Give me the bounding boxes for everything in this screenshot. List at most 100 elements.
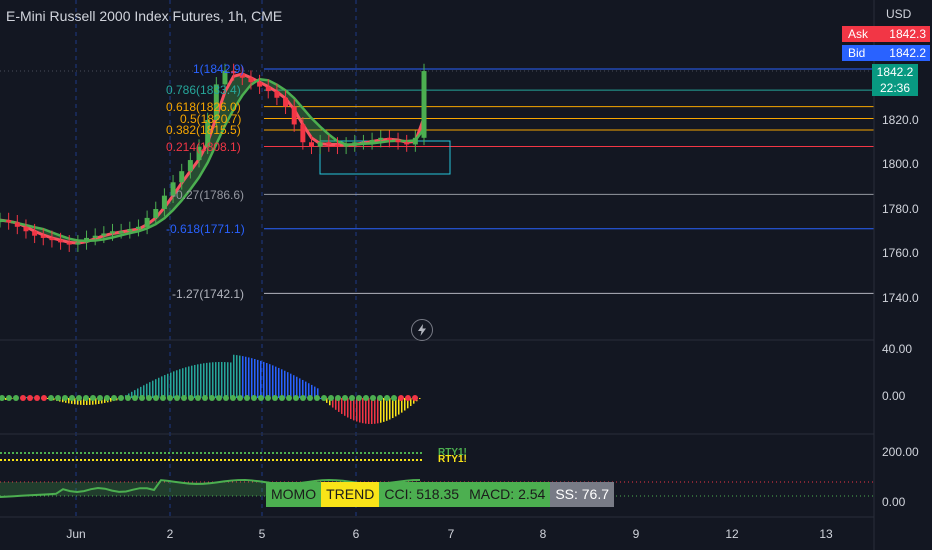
fib-label: 0.214(1808.1) [166, 140, 241, 154]
momentum-dot [391, 395, 397, 401]
candle-body [101, 233, 107, 236]
momentum-dot [300, 395, 306, 401]
time-axis-label: 7 [447, 527, 455, 541]
candle-body [360, 142, 366, 145]
candle-body [378, 137, 384, 141]
time-axis-label: 8 [539, 527, 547, 541]
candle-body [421, 71, 427, 138]
time-axis-label: 12 [725, 527, 739, 541]
price-axis-label: 1740.0 [882, 291, 919, 305]
candle-body [135, 226, 141, 230]
candle-body [300, 124, 306, 143]
candle-body [66, 242, 72, 245]
momentum-bar [212, 362, 214, 398]
momentum-bar [356, 398, 358, 422]
momentum-bar [200, 363, 202, 398]
momentum-dot [258, 395, 264, 401]
candle-body [0, 220, 3, 223]
momentum-dot [90, 395, 96, 401]
momentum-dot [363, 395, 369, 401]
momentum-bar [371, 398, 373, 424]
time-axis-label: 9 [632, 527, 640, 541]
momentum-bar [152, 380, 154, 398]
fib-label: -1.27(1742.1) [172, 287, 245, 301]
momentum-dot [244, 395, 250, 401]
candle-body [179, 171, 185, 183]
momentum-bar [209, 362, 211, 398]
momentum-dot [384, 395, 390, 401]
momentum-dot [125, 395, 131, 401]
momentum-dot [153, 395, 159, 401]
bar-countdown: 22:36 [879, 81, 911, 95]
candle-body [161, 195, 167, 209]
candle-body [274, 91, 280, 98]
momentum-bar [260, 360, 262, 398]
fib-label: 0.382(1815.5) [166, 123, 241, 137]
momentum-bar [365, 398, 367, 424]
last-price-badge: 1842.2 22:36 [872, 64, 918, 96]
momentum-bar [380, 398, 382, 423]
price-axis-label: 1800.0 [882, 157, 919, 171]
momentum-bar [404, 398, 406, 411]
momentum-bar [224, 362, 226, 398]
momentum-dot [398, 395, 404, 401]
candle-body [32, 231, 38, 236]
momentum-bar [182, 368, 184, 398]
candle-body [395, 140, 401, 143]
candle-body [49, 237, 55, 241]
momentum-dot [293, 395, 299, 401]
trend-badge: TREND [321, 482, 380, 507]
candle-body [326, 142, 332, 145]
momentum-bar [242, 356, 244, 398]
momentum-bar [164, 375, 166, 398]
candle-body [309, 142, 315, 147]
momentum-bar [296, 376, 298, 398]
candle-body [23, 226, 29, 232]
momentum-bar [353, 398, 355, 421]
last-price: 1842.2 [876, 65, 914, 79]
momentum-bar [293, 375, 295, 398]
lightning-icon[interactable] [411, 319, 433, 341]
momentum-bar [284, 370, 286, 398]
candle-body [14, 222, 20, 227]
momo-badge: MOMO [266, 482, 322, 507]
momentum-dot [167, 395, 173, 401]
momentum-bar [275, 366, 277, 398]
candle-body [153, 209, 159, 218]
momentum-bar [389, 398, 391, 420]
momentum-bar [197, 364, 199, 398]
momentum-bar [278, 367, 280, 398]
momentum-bar [188, 366, 190, 398]
momentum-dot [6, 395, 12, 401]
momentum-bar [272, 365, 274, 398]
chart-canvas[interactable] [0, 0, 932, 550]
candle-body [283, 97, 289, 107]
momentum-dot [97, 395, 103, 401]
momentum-bar [239, 355, 241, 398]
momentum-bar [305, 381, 307, 398]
momentum-dot [405, 395, 411, 401]
momentum-dot [34, 395, 40, 401]
candle-body [144, 217, 150, 227]
momentum-dot [20, 395, 26, 401]
candle-body [248, 77, 254, 83]
momentum-bar [377, 398, 379, 424]
candle-body [386, 137, 392, 141]
bid-label: Bid [848, 46, 866, 60]
momentum-dot [13, 395, 19, 401]
candle-body [58, 240, 64, 243]
candle-body [75, 242, 81, 245]
candle-body [187, 160, 193, 172]
momentum-dot [76, 395, 82, 401]
momentum-bar [236, 355, 238, 398]
cci-axis-label: 0.00 [882, 495, 906, 509]
momentum-dot [356, 395, 362, 401]
momentum-bar [230, 362, 232, 398]
ask-badge: Ask 1842.3 [842, 26, 930, 42]
momentum-bar [248, 357, 250, 398]
momentum-bar [299, 378, 301, 398]
time-axis-label: 2 [166, 527, 174, 541]
price-axis-label: 1760.0 [882, 246, 919, 260]
momentum-dot [48, 395, 54, 401]
symbol-title[interactable]: E-Mini Russell 2000 Index Futures, 1h, C… [6, 8, 282, 24]
